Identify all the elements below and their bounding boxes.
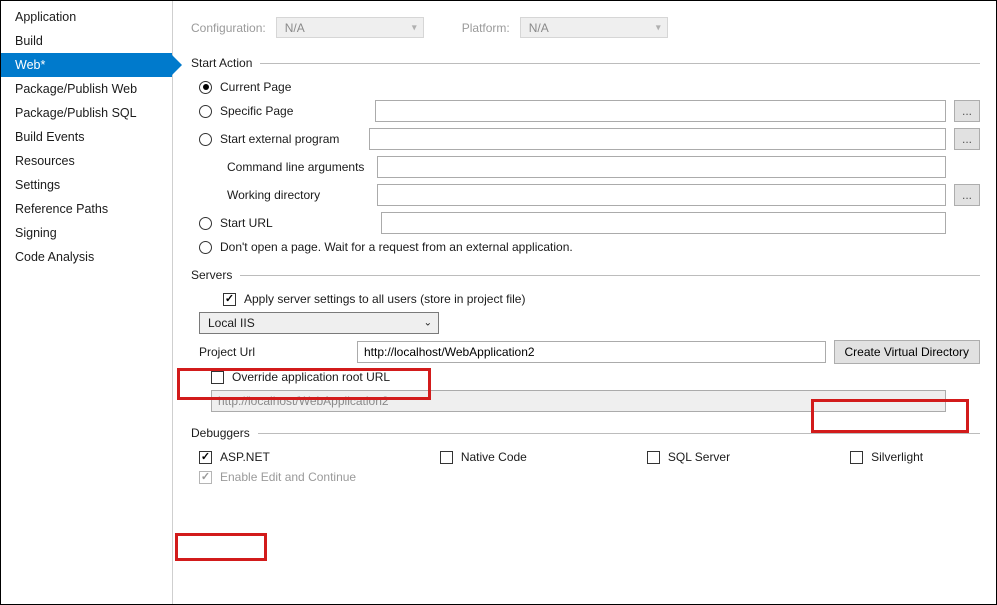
radio-start-external-program[interactable] xyxy=(199,133,212,146)
sidebar-item-web[interactable]: Web* xyxy=(1,53,172,77)
check-override-root-url[interactable] xyxy=(211,371,224,384)
servers-heading: Servers xyxy=(191,268,232,282)
browse-external-program-button[interactable]: ... xyxy=(954,128,980,150)
project-url-input[interactable] xyxy=(357,341,826,363)
check-native-code-label: Native Code xyxy=(461,450,527,464)
sidebar-item-code-analysis[interactable]: Code Analysis xyxy=(1,245,172,269)
specific-page-input[interactable] xyxy=(375,100,946,122)
start-action-section: Start Action Current Page Specific Page … xyxy=(191,56,980,254)
radio-start-url-label: Start URL xyxy=(220,216,273,230)
check-apply-server-settings[interactable] xyxy=(223,293,236,306)
sidebar-item-package-publish-sql[interactable]: Package/Publish SQL xyxy=(1,101,172,125)
check-aspnet-label: ASP.NET xyxy=(220,450,270,464)
divider xyxy=(240,275,980,276)
cmd-args-label: Command line arguments xyxy=(199,160,369,174)
debuggers-section: Debuggers ASP.NET Native Code SQL Server… xyxy=(191,426,980,484)
radio-specific-page[interactable] xyxy=(199,105,212,118)
radio-specific-page-label: Specific Page xyxy=(220,104,293,118)
sidebar-item-resources[interactable]: Resources xyxy=(1,149,172,173)
start-action-heading: Start Action xyxy=(191,56,252,70)
check-sql-server[interactable] xyxy=(647,451,660,464)
chevron-down-icon: ▾ xyxy=(412,22,417,33)
check-aspnet[interactable] xyxy=(199,451,212,464)
chevron-down-icon: ▾ xyxy=(656,22,661,33)
sidebar-item-build-events[interactable]: Build Events xyxy=(1,125,172,149)
divider xyxy=(260,63,980,64)
sidebar-item-package-publish-web[interactable]: Package/Publish Web xyxy=(1,77,172,101)
override-root-url-input xyxy=(211,390,946,412)
working-dir-label: Working directory xyxy=(199,188,369,202)
configuration-value: N/A xyxy=(285,21,305,35)
sidebar-item-settings[interactable]: Settings xyxy=(1,173,172,197)
debuggers-heading: Debuggers xyxy=(191,426,250,440)
sidebar-item-reference-paths[interactable]: Reference Paths xyxy=(1,197,172,221)
sidebar-item-build[interactable]: Build xyxy=(1,29,172,53)
check-override-root-url-label: Override application root URL xyxy=(232,370,390,384)
browse-working-dir-button[interactable]: ... xyxy=(954,184,980,206)
platform-value: N/A xyxy=(529,21,549,35)
cmd-args-input[interactable] xyxy=(377,156,946,178)
working-dir-input[interactable] xyxy=(377,184,946,206)
configuration-label: Configuration: xyxy=(191,21,266,35)
sidebar-item-signing[interactable]: Signing xyxy=(1,221,172,245)
radio-start-url[interactable] xyxy=(199,217,212,230)
servers-section: Servers Apply server settings to all use… xyxy=(191,268,980,412)
config-platform-row: Configuration: N/A ▾ Platform: N/A ▾ xyxy=(191,17,980,38)
server-select-value: Local IIS xyxy=(208,316,255,330)
start-url-input[interactable] xyxy=(381,212,946,234)
radio-current-page[interactable] xyxy=(199,81,212,94)
radio-dont-open-page-label: Don't open a page. Wait for a request fr… xyxy=(220,240,573,254)
check-sql-server-label: SQL Server xyxy=(668,450,730,464)
platform-label: Platform: xyxy=(462,21,510,35)
radio-dont-open-page[interactable] xyxy=(199,241,212,254)
platform-select: N/A ▾ xyxy=(520,17,668,38)
radio-current-page-label: Current Page xyxy=(220,80,291,94)
sidebar-item-application[interactable]: Application xyxy=(1,5,172,29)
check-enable-edit-continue-label: Enable Edit and Continue xyxy=(220,470,356,484)
sidebar: Application Build Web* Package/Publish W… xyxy=(1,1,173,604)
check-apply-server-settings-label: Apply server settings to all users (stor… xyxy=(244,292,525,306)
project-url-label: Project Url xyxy=(199,345,349,359)
create-virtual-directory-button[interactable]: Create Virtual Directory xyxy=(834,340,981,364)
radio-start-external-program-label: Start external program xyxy=(220,132,339,146)
check-silverlight[interactable] xyxy=(850,451,863,464)
highlight-aspnet xyxy=(175,533,267,561)
configuration-select: N/A ▾ xyxy=(276,17,424,38)
check-enable-edit-continue xyxy=(199,471,212,484)
divider xyxy=(258,433,980,434)
main-panel: Configuration: N/A ▾ Platform: N/A ▾ Sta… xyxy=(173,1,996,604)
server-select[interactable]: Local IIS ⌄ xyxy=(199,312,439,334)
check-native-code[interactable] xyxy=(440,451,453,464)
start-external-program-input[interactable] xyxy=(369,128,946,150)
chevron-down-icon: ⌄ xyxy=(424,318,432,329)
browse-specific-page-button[interactable]: ... xyxy=(954,100,980,122)
check-silverlight-label: Silverlight xyxy=(871,450,923,464)
